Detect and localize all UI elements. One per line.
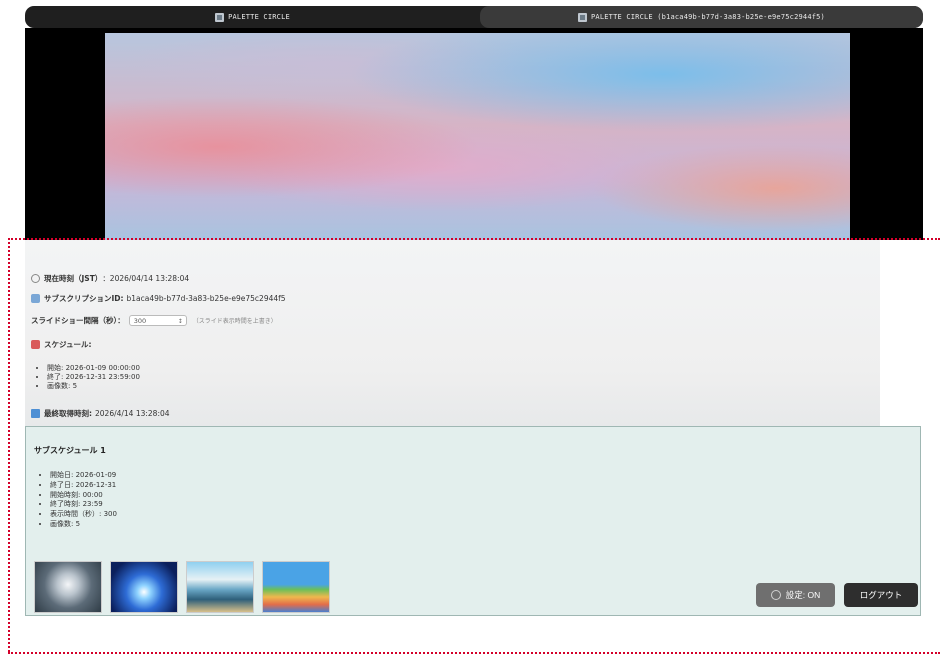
- slideshow-interval-hint: （スライド表示時間を上書き）: [192, 318, 277, 325]
- thumbnail-2[interactable]: [110, 561, 178, 613]
- tab-label: PALETTE CIRCLE (b1aca49b-b77d-3a83-b25e-…: [591, 13, 825, 21]
- tab-palette-circle-subscription[interactable]: PALETTE CIRCLE (b1aca49b-b77d-3a83-b25e-…: [480, 6, 923, 28]
- gear-icon: [770, 590, 781, 600]
- calendar-icon: [31, 340, 40, 349]
- current-time-value: ：2026/04/14 13:28:04: [102, 274, 190, 283]
- slideshow-interval-label: スライドショー間隔（秒）：: [31, 316, 125, 325]
- clock-icon: [31, 274, 40, 283]
- subscription-row: サブスクリプションID: b1aca49b-b77d-3a83-b25e-e9e…: [31, 293, 286, 304]
- list-item: 画像数: 5: [50, 520, 117, 530]
- slideshow-image: [105, 33, 850, 240]
- list-item: 画像数: 5: [47, 382, 140, 391]
- app-icon: [215, 12, 225, 22]
- selection-outline-bottom: [8, 652, 940, 654]
- settings-toggle-button[interactable]: 設定: ON: [756, 583, 835, 607]
- status-panel: 現在時刻（JST） ：2026/04/14 13:28:04 サブスクリプション…: [25, 240, 880, 426]
- slideshow-interval-row: スライドショー間隔（秒）： 300 （スライド表示時間を上書き）: [31, 315, 277, 327]
- document-icon: [31, 294, 40, 303]
- schedule-heading-row: スケジュール:: [31, 339, 91, 350]
- list-item: 開始日: 2026-01-09: [50, 471, 117, 481]
- tab-bar: PALETTE CIRCLE PALETTE CIRCLE (b1aca49b-…: [25, 6, 923, 28]
- list-item: 開始: 2026-01-09 00:00:00: [47, 364, 140, 373]
- schedule-label: スケジュール:: [44, 340, 92, 349]
- current-time-label: 現在時刻（JST）: [44, 274, 103, 283]
- last-fetch-label: 最終取得時刻:: [44, 409, 92, 418]
- last-fetch-value: 2026/4/14 13:28:04: [95, 409, 170, 418]
- app-icon: [578, 12, 588, 22]
- list-item: 終了: 2026-12-31 23:59:00: [47, 373, 140, 382]
- subscription-label: サブスクリプションID:: [44, 294, 124, 303]
- last-fetch-row: 最終取得時刻: 2026/4/14 13:28:04: [31, 408, 170, 419]
- thumbnail-3[interactable]: [186, 561, 254, 613]
- sub-schedule-title: サブスケジュール 1: [34, 446, 106, 455]
- list-item: 開始時刻: 00:00: [50, 491, 117, 501]
- selection-outline-left: [8, 238, 10, 652]
- thumbnail-strip: [34, 561, 330, 613]
- slideshow-interval-select[interactable]: 300: [128, 315, 187, 327]
- current-time-row: 現在時刻（JST） ：2026/04/14 13:28:04: [31, 273, 189, 284]
- schedule-list: 開始: 2026-01-09 00:00:00 終了: 2026-12-31 2…: [37, 364, 140, 391]
- thumbnail-4[interactable]: [262, 561, 330, 613]
- sub-schedule-list: 開始日: 2026-01-09 終了日: 2026-12-31 開始時刻: 00…: [40, 471, 117, 530]
- tab-label: PALETTE CIRCLE: [228, 13, 290, 21]
- settings-label: 設定: ON: [785, 590, 821, 600]
- tab-palette-circle[interactable]: PALETTE CIRCLE: [25, 6, 480, 28]
- selection-outline-top: [8, 238, 940, 240]
- logout-button[interactable]: ログアウト: [844, 583, 918, 607]
- list-item: 終了時刻: 23:59: [50, 500, 117, 510]
- list-item: 終了日: 2026-12-31: [50, 481, 117, 491]
- save-icon: [31, 409, 40, 418]
- thumbnail-1[interactable]: [34, 561, 102, 613]
- slideshow-viewer: [25, 28, 923, 240]
- list-item: 表示時間（秒）: 300: [50, 510, 117, 520]
- subscription-value: b1aca49b-b77d-3a83-b25e-e9e75c2944f5: [126, 294, 286, 303]
